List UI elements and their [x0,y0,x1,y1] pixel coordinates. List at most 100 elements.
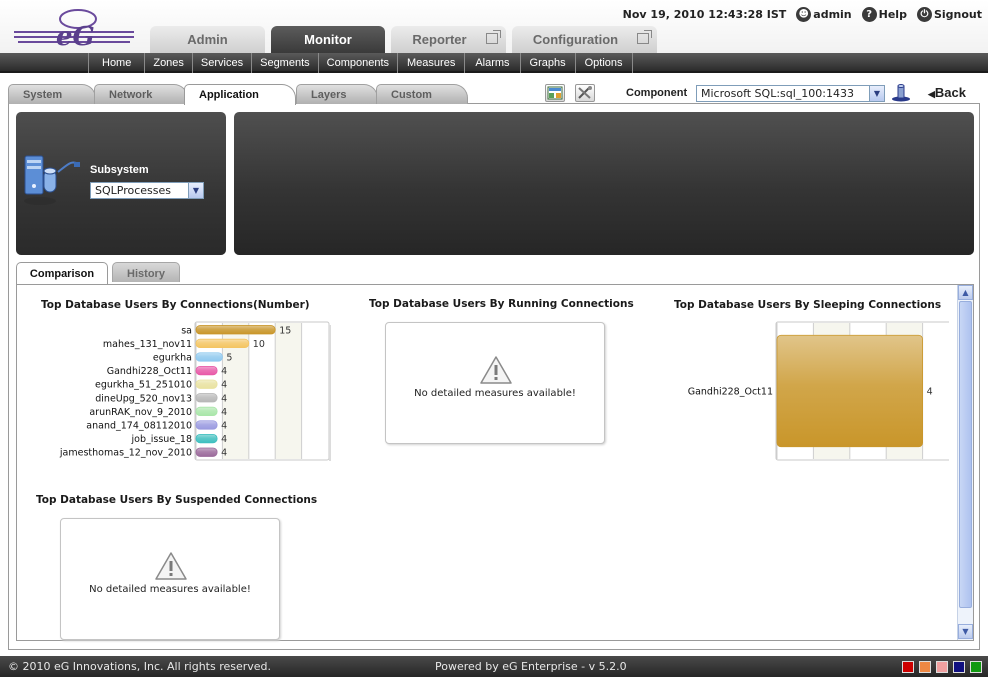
value-label: 4 [221,366,227,377]
back-link[interactable]: ◀Back [928,85,966,100]
help-icon: ? [861,7,877,22]
theme-swatch-pink[interactable] [936,661,948,673]
tab-application[interactable]: Application [184,84,296,105]
help-label: Help [878,8,907,21]
tab-configuration[interactable]: Configuration [512,26,657,53]
tab-history[interactable]: History [112,262,180,282]
bar-dineUpg_520_nov13[interactable] [195,393,218,403]
back-arrow-icon: ◀ [928,89,935,99]
scroll-thumb[interactable] [959,301,972,608]
bar-job_issue_18[interactable] [195,433,218,444]
signout-label: Signout [933,8,982,21]
chart-title-sleeping: Top Database Users By Sleeping Connectio… [674,299,942,311]
theme-swatches [902,661,982,673]
suspended-no-data-box: No detailed measures available! [60,518,280,640]
warning-icon [480,356,512,384]
category-label: Gandhi228_Oct11 [688,387,773,398]
nav-alarms[interactable]: Alarms [464,53,519,73]
chart-title-running: Top Database Users By Running Connection… [369,298,634,310]
header: eG Nov 19, 2010 12:43:28 IST ☻ admin ? H… [0,0,988,53]
value-label: 4 [221,434,227,445]
popout-icon[interactable] [486,30,501,44]
server-icon [24,155,80,205]
subsystem-value: SQLProcesses [95,184,171,197]
tab-system[interactable]: System [8,84,96,104]
theme-swatch-orange[interactable] [919,661,931,673]
subsystem-label: Subsystem [90,164,149,176]
user-link[interactable]: ☻ admin [796,7,852,22]
bar-arunRAK_nov_9_2010[interactable] [195,406,218,417]
svg-text:eG: eG [56,22,95,49]
category-label: egurkha [153,353,192,364]
subsystem-panel: Subsystem SQLProcesses ▼ [16,112,226,255]
nav-zones[interactable]: Zones [144,53,192,73]
detail-panel [234,112,974,255]
user-name: admin [813,8,852,21]
bar-egurkha_51_251010[interactable] [195,379,218,389]
layout-tool-button[interactable] [545,84,565,102]
bar-jamesthomas_12_nov_2010[interactable] [195,447,218,457]
power-icon: ⏻ [916,7,932,22]
theme-swatch-navy[interactable] [953,661,965,673]
copyright: © 2010 eG Innovations, Inc. All rights r… [8,660,272,673]
value-label: 4 [927,387,933,398]
bar-Gandhi228_Oct11[interactable] [195,365,218,376]
tab-network[interactable]: Network [94,84,188,104]
signout-link[interactable]: ⏻ Signout [916,7,982,22]
help-link[interactable]: ? Help [861,7,907,22]
datetime: Nov 19, 2010 12:43:28 IST [622,8,787,21]
nav-measures[interactable]: Measures [397,53,464,73]
tools-icon [578,86,592,99]
bar-anand_174_08112010[interactable] [195,420,218,430]
value-label: 4 [221,448,227,459]
value-label: 4 [221,407,227,418]
tab-custom[interactable]: Custom [376,84,468,104]
eg-logo[interactable]: eG [12,5,137,49]
tab-monitor[interactable]: Monitor [271,26,385,53]
subsystem-select[interactable]: SQLProcesses ▼ [90,182,204,199]
scroll-up-button[interactable]: ▲ [958,285,973,300]
warning-icon [155,552,187,580]
tab-reporter[interactable]: Reporter [391,26,506,53]
bar-Gandhi228_Oct11[interactable] [776,334,924,448]
layout-icon [547,86,563,100]
nav-services[interactable]: Services [191,53,251,73]
charts-area: Top Database Users By Connections(Number… [16,284,974,641]
nav-graphs[interactable]: Graphs [519,53,575,73]
bar-egurkha[interactable] [195,352,223,362]
tools-button[interactable] [575,84,595,102]
component-select[interactable]: Microsoft SQL:sql_100:1433 ▼ [696,85,885,102]
category-label: dineUpg_520_nov13 [95,393,192,404]
theme-swatch-green[interactable] [970,661,982,673]
scroll-down-button[interactable]: ▼ [958,624,973,639]
value-label: 4 [221,393,227,404]
database-icon[interactable] [890,82,912,102]
popout-icon[interactable] [637,30,652,44]
nav-options[interactable]: Options [574,53,633,73]
tab-admin[interactable]: Admin [150,26,265,53]
plot-shadow [329,325,331,461]
value-label: 4 [221,380,227,391]
chevron-down-icon[interactable]: ▼ [869,86,884,101]
category-label: egurkha_51_251010 [95,380,192,391]
running-no-data-box: No detailed measures available! [385,322,605,444]
nav-components[interactable]: Components [317,53,397,73]
chart-sleeping: Gandhi228_Oct11 4 [688,321,949,461]
chevron-down-icon[interactable]: ▼ [188,183,203,198]
theme-swatch-red[interactable] [902,661,914,673]
nav-home[interactable]: Home [88,53,144,73]
chart-title-suspended: Top Database Users By Suspended Connecti… [36,494,318,506]
value-label: 10 [253,339,265,350]
powered-by: Powered by eG Enterprise - v 5.2.0 [435,660,627,673]
grid-band [275,323,302,459]
suspended-no-data-message: No detailed measures available! [89,584,251,595]
category-label: anand_174_08112010 [86,421,192,432]
nav-segments[interactable]: Segments [251,53,318,73]
value-label: 5 [226,353,232,364]
bar-sa[interactable] [195,325,276,335]
vertical-scrollbar[interactable]: ▲ ▼ [957,285,973,640]
tab-layers[interactable]: Layers [296,84,378,104]
top-info: Nov 19, 2010 12:43:28 IST ☻ admin ? Help… [623,7,982,22]
tab-comparison[interactable]: Comparison [16,262,108,284]
bar-mahes_131_nov11[interactable] [195,338,250,349]
